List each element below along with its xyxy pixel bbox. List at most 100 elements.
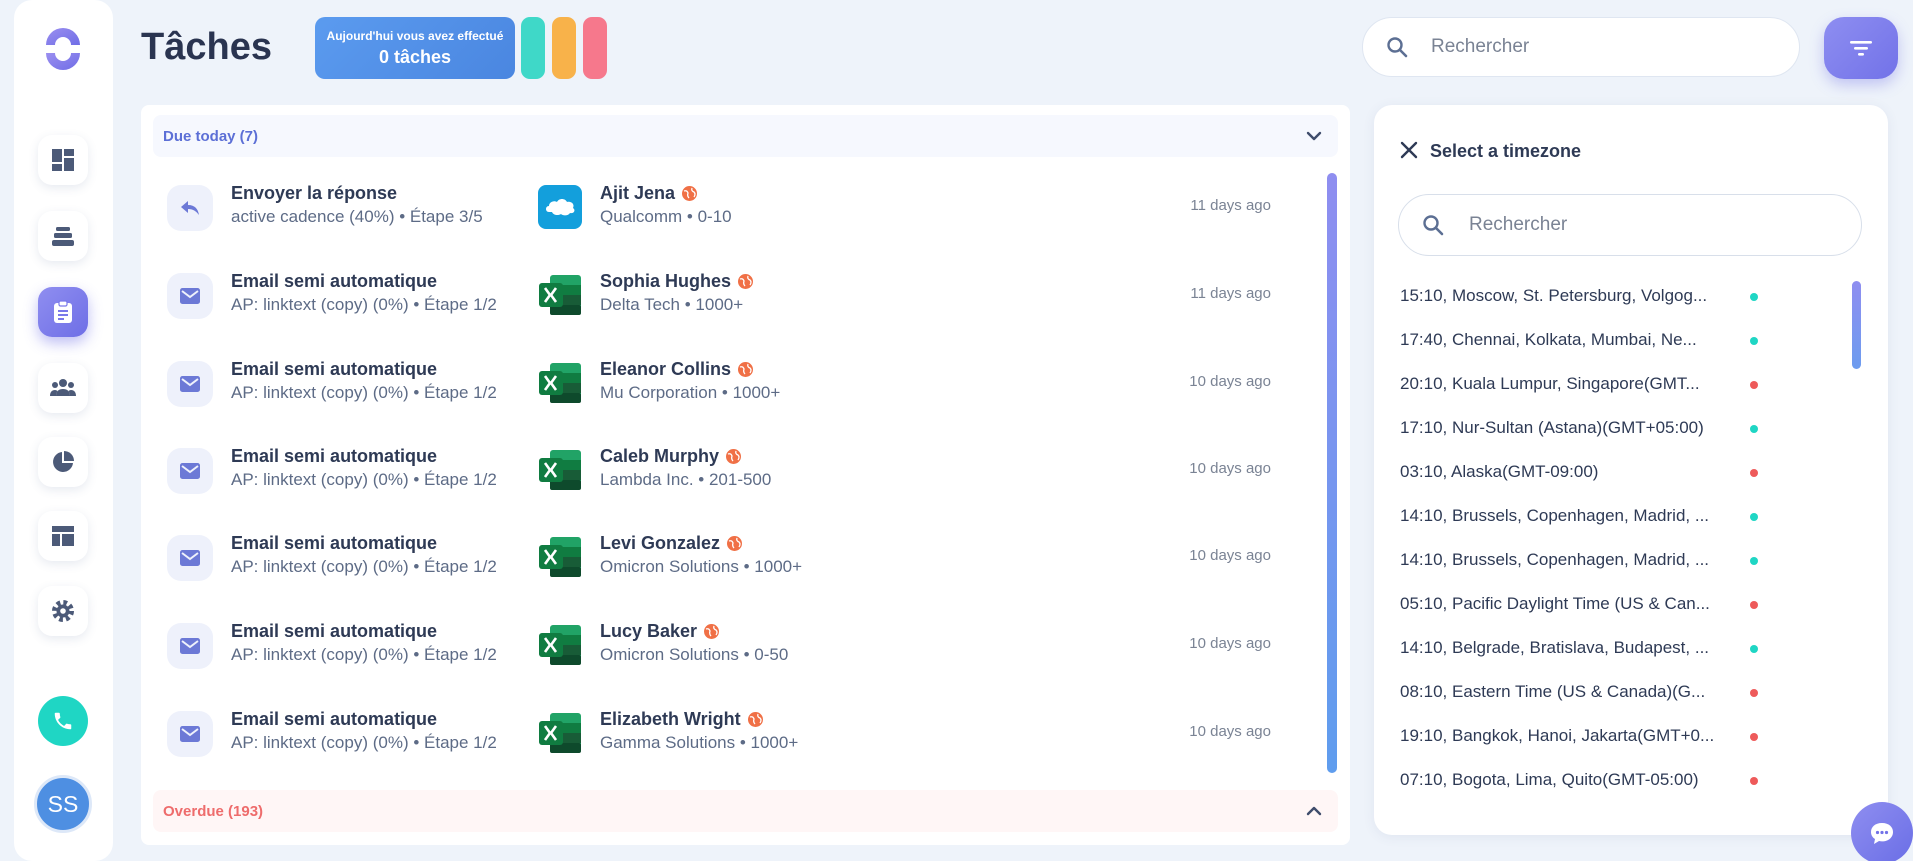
task-subtitle: AP: linktext (copy) (0%) • Étape 1/2	[231, 645, 497, 664]
filter-button[interactable]	[1824, 17, 1898, 79]
timezone-label: 05:10, Pacific Daylight Time (US & Can..…	[1400, 593, 1710, 613]
today-summary-card: Aujourd'hui vous avez effectué 0 tâches	[315, 17, 515, 79]
email-icon	[167, 448, 213, 494]
globe-icon[interactable]	[737, 273, 754, 290]
table-row[interactable]: Email semi automatique AP: linktext (copy…	[141, 603, 1281, 691]
stat-pill-orange[interactable]	[552, 17, 576, 79]
globe-icon[interactable]	[737, 361, 754, 378]
contact-company: Mu Corporation • 1000+	[600, 383, 781, 402]
task-list-scrollbar[interactable]	[1327, 173, 1337, 773]
list-item[interactable]: 14:10, Brussels, Copenhagen, Madrid, ...	[1400, 549, 1760, 570]
task-time: 11 days ago	[1190, 285, 1271, 302]
list-item[interactable]: 14:10, Brussels, Copenhagen, Madrid, ...	[1400, 505, 1760, 526]
timezone-label: 20:10, Kuala Lumpur, Singapore(GMT...	[1400, 373, 1700, 393]
scrollbar-thumb[interactable]	[1327, 173, 1337, 773]
excel-icon	[538, 361, 582, 405]
avatar-initials: SS	[47, 790, 79, 817]
list-item[interactable]: 03:10, Alaska(GMT-09:00)	[1400, 461, 1760, 482]
timezone-label: 07:10, Bogota, Lima, Quito(GMT-05:00)	[1400, 769, 1699, 789]
list-item[interactable]: 14:10, Belgrade, Bratislava, Budapest, .…	[1400, 637, 1760, 658]
table-row[interactable]: Email semi automatique AP: linktext (copy…	[141, 515, 1281, 603]
timezone-panel: Select a timezone 15:10, Moscow, St. Pet…	[1374, 105, 1888, 835]
contact-name[interactable]: Caleb Murphy	[600, 446, 742, 467]
task-panel: Due today (7) Envoyer la réponse active c…	[141, 105, 1350, 845]
list-item[interactable]: 07:10, Bogota, Lima, Quito(GMT-05:00)	[1400, 769, 1760, 790]
gear-icon	[50, 598, 76, 624]
task-subtitle: AP: linktext (copy) (0%) • Étape 1/2	[231, 733, 497, 752]
contact-company: Gamma Solutions • 1000+	[600, 733, 799, 752]
pie-chart-icon	[50, 449, 76, 475]
sidebar-item-clipboard[interactable]	[38, 287, 88, 337]
sidebar-item-gear[interactable]	[38, 586, 88, 636]
contact-name-text: Lucy Baker	[600, 621, 698, 641]
overdue-header[interactable]: Overdue (193)	[153, 790, 1338, 832]
reply-icon	[167, 185, 213, 231]
avatar[interactable]: SS	[34, 775, 92, 833]
contact-name-text: Sophia Hughes	[600, 271, 732, 291]
due-today-label: Due today (7)	[163, 127, 259, 145]
contact-name[interactable]: Elizabeth Wright	[600, 709, 764, 730]
contact-company: Qualcomm • 0-10	[600, 207, 732, 226]
list-item[interactable]: 20:10, Kuala Lumpur, Singapore(GMT...	[1400, 373, 1760, 394]
app-logo[interactable]	[38, 24, 88, 74]
sidebar-item-dashboard[interactable]	[38, 135, 88, 185]
contact-company: Omicron Solutions • 0-50	[600, 645, 789, 664]
timezone-search-input[interactable]	[1469, 214, 1789, 236]
contact-name[interactable]: Levi Gonzalez	[600, 533, 743, 554]
stat-pill-teal[interactable]	[521, 17, 545, 79]
sidebar: SS	[14, 0, 113, 861]
table-row[interactable]: Email semi automatique AP: linktext (copy…	[141, 341, 1281, 429]
phone-button[interactable]	[38, 696, 88, 746]
table-row[interactable]: Envoyer la réponse active cadence (40%) •…	[141, 165, 1281, 253]
status-dot	[1750, 733, 1758, 741]
search-input[interactable]	[1431, 36, 1751, 58]
task-time: 10 days ago	[1189, 460, 1271, 477]
close-icon[interactable]	[1398, 139, 1420, 161]
status-dot	[1750, 293, 1758, 301]
task-title: Email semi automatique	[231, 709, 438, 729]
task-title: Email semi automatique	[231, 359, 438, 379]
status-dot	[1750, 425, 1758, 433]
table-row[interactable]: Email semi automatique AP: linktext (copy…	[141, 691, 1281, 779]
globe-icon[interactable]	[703, 623, 720, 640]
chat-button[interactable]	[1851, 802, 1913, 861]
phone-icon	[54, 712, 72, 730]
sidebar-item-pie-chart[interactable]	[38, 437, 88, 487]
globe-icon[interactable]	[747, 711, 764, 728]
layers-icon	[50, 223, 76, 249]
globe-icon[interactable]	[725, 448, 742, 465]
timezone-scrollbar-thumb[interactable]	[1852, 281, 1861, 369]
table-row[interactable]: Email semi automatique AP: linktext (copy…	[141, 428, 1281, 516]
list-item[interactable]: 17:40, Chennai, Kolkata, Mumbai, Ne...	[1400, 329, 1760, 350]
timezone-label: 19:10, Bangkok, Hanoi, Jakarta(GMT+0...	[1400, 725, 1715, 745]
status-dot	[1750, 381, 1758, 389]
list-item[interactable]: 08:10, Eastern Time (US & Canada)(G...	[1400, 681, 1760, 702]
table-row[interactable]: Email semi automatique AP: linktext (copy…	[141, 253, 1281, 341]
sidebar-item-people[interactable]	[38, 363, 88, 413]
contact-name-text: Levi Gonzalez	[600, 533, 721, 553]
list-item[interactable]: 05:10, Pacific Daylight Time (US & Can..…	[1400, 593, 1760, 614]
globe-icon[interactable]	[681, 185, 698, 202]
today-summary-label: Aujourd'hui vous avez effectué	[326, 29, 504, 43]
layout-icon	[50, 523, 76, 549]
sidebar-item-layout[interactable]	[38, 511, 88, 561]
task-title: Email semi automatique	[231, 621, 438, 641]
clipboard-icon	[50, 299, 76, 325]
timezone-label: 17:40, Chennai, Kolkata, Mumbai, Ne...	[1400, 329, 1697, 349]
stat-pill-pink[interactable]	[583, 17, 607, 79]
due-today-header[interactable]: Due today (7)	[153, 115, 1338, 157]
timezone-title: Select a timezone	[1430, 141, 1582, 161]
sidebar-item-layers[interactable]	[38, 211, 88, 261]
contact-name[interactable]: Ajit Jena	[600, 183, 698, 204]
contact-name[interactable]: Sophia Hughes	[600, 271, 754, 292]
list-item[interactable]: 15:10, Moscow, St. Petersburg, Volgog...	[1400, 285, 1760, 306]
contact-name[interactable]: Lucy Baker	[600, 621, 720, 642]
list-item[interactable]: 17:10, Nur-Sultan (Astana)(GMT+05:00)	[1400, 417, 1760, 438]
list-item[interactable]: 19:10, Bangkok, Hanoi, Jakarta(GMT+0...	[1400, 725, 1760, 746]
contact-name[interactable]: Eleanor Collins	[600, 359, 754, 380]
globe-icon[interactable]	[726, 535, 743, 552]
today-summary-count: 0 tâches	[378, 47, 452, 67]
contact-company: Delta Tech • 1000+	[600, 295, 744, 314]
email-icon	[167, 273, 213, 319]
task-subtitle: AP: linktext (copy) (0%) • Étape 1/2	[231, 295, 497, 314]
